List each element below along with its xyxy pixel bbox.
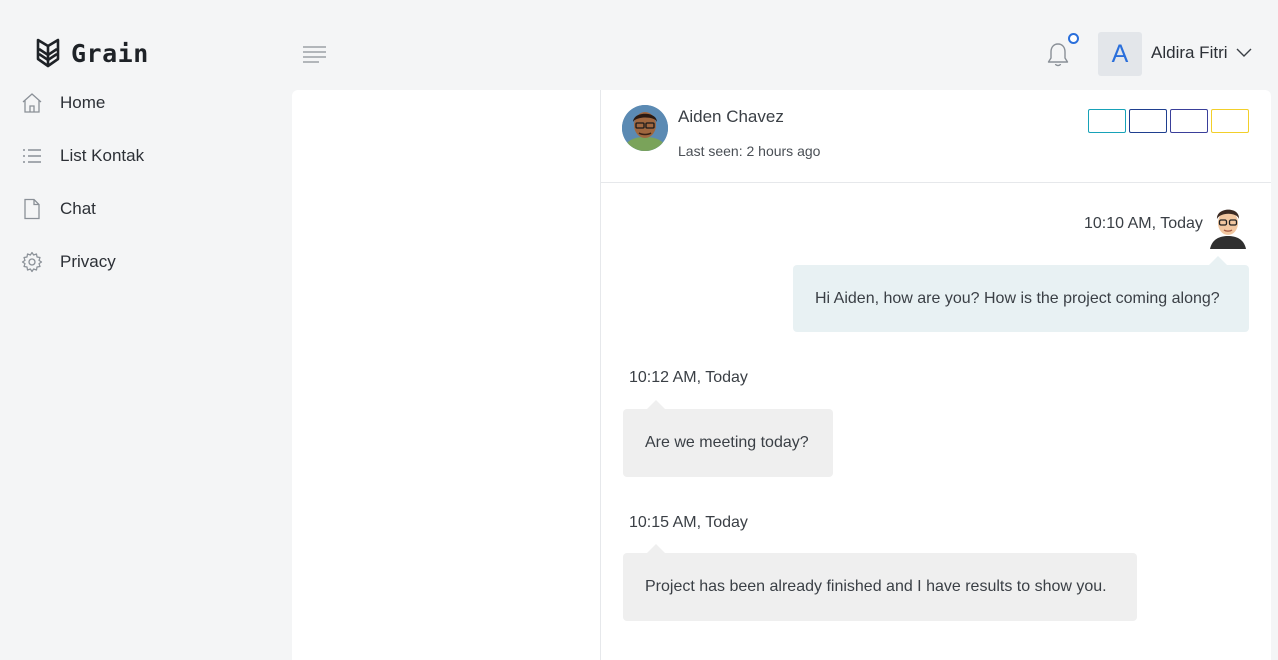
contact-last-seen: Last seen: 2 hours ago	[678, 143, 821, 159]
message-time: 10:10 AM, Today	[1084, 215, 1203, 232]
sidebar-item-chat[interactable]: Chat	[20, 182, 270, 235]
hamburger-icon[interactable]	[302, 44, 328, 64]
header-action-button-1[interactable]	[1088, 109, 1126, 133]
chevron-down-icon[interactable]	[1235, 45, 1253, 59]
grain-logo-icon	[36, 38, 60, 68]
sidebar-item-home[interactable]: Home	[20, 76, 270, 129]
header-action-button-4[interactable]	[1211, 109, 1249, 133]
user-name[interactable]: Aldira Fitri	[1151, 43, 1228, 63]
sidebar-item-label: List Kontak	[60, 145, 145, 165]
chat-header	[601, 90, 1271, 183]
bubble-pointer	[1209, 256, 1227, 265]
header-action-button-2[interactable]	[1129, 109, 1167, 133]
file-icon	[20, 197, 44, 221]
sidebar-item-list-kontak[interactable]: List Kontak	[20, 129, 270, 182]
message-bubble-received: Are we meeting today?	[623, 409, 833, 477]
sidebar-item-label: Privacy	[60, 251, 116, 271]
sidebar-item-privacy[interactable]: Privacy	[20, 235, 270, 288]
message-bubble-sent: Hi Aiden, how are you? How is the projec…	[793, 265, 1249, 332]
contact-name: Aiden Chavez	[678, 107, 784, 126]
sidebar-item-label: Chat	[60, 198, 96, 218]
message-time: 10:12 AM, Today	[629, 369, 748, 386]
sidebar-nav: Home List Kontak Chat Privacy	[20, 76, 270, 288]
brand-name: Grain	[71, 38, 149, 68]
gear-icon	[20, 250, 44, 274]
message-time: 10:15 AM, Today	[629, 514, 748, 531]
message-bubble-received: Project has been already finished and I …	[623, 553, 1137, 621]
list-icon	[20, 144, 44, 168]
notification-badge	[1068, 33, 1079, 44]
home-icon	[20, 91, 44, 115]
sidebar-item-label: Home	[60, 92, 106, 112]
contact-avatar[interactable]	[622, 105, 668, 151]
my-avatar	[1206, 203, 1250, 249]
user-avatar[interactable]: A	[1098, 32, 1142, 76]
header-action-button-3[interactable]	[1170, 109, 1208, 133]
bubble-pointer	[647, 400, 665, 409]
brand[interactable]: Grain	[35, 36, 149, 70]
bubble-pointer	[647, 544, 665, 553]
bell-icon[interactable]	[1046, 42, 1070, 68]
